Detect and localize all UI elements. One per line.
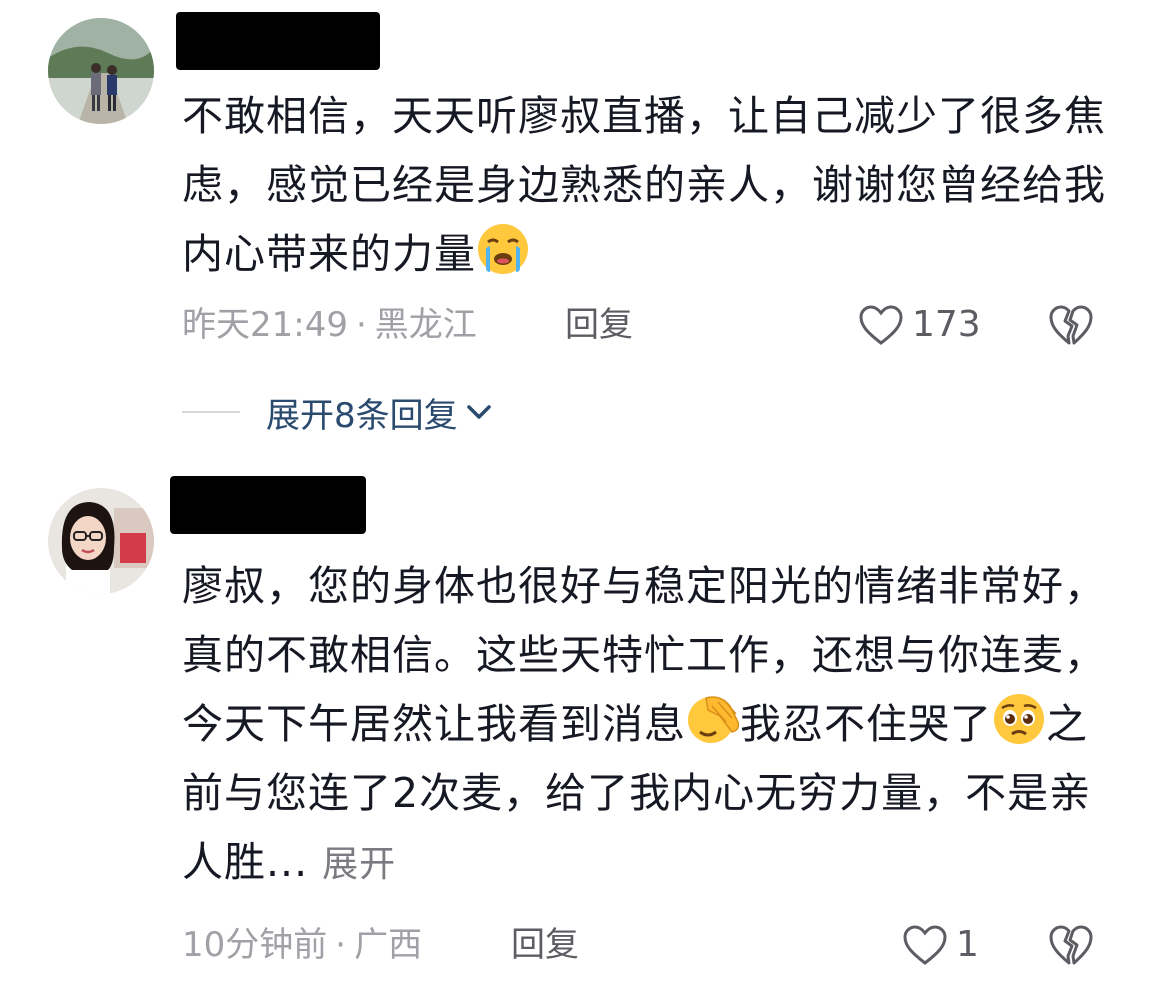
username-redacted[interactable] <box>170 476 366 534</box>
dislike-button[interactable] <box>1048 304 1094 350</box>
comment-time: 10分钟前 <box>182 925 328 965</box>
comment-body-cont: 我忍不住哭了 <box>740 700 992 748</box>
broken-heart-icon <box>1049 305 1093 345</box>
expand-replies: 展开8条回复 <box>182 392 492 436</box>
reply-button[interactable]: 回复 <box>511 925 579 965</box>
like-count: 1 <box>956 924 979 965</box>
meta-separator: · <box>355 305 367 345</box>
comment-location: 广西 <box>354 925 423 965</box>
avatar[interactable] <box>48 18 154 124</box>
heart-icon <box>903 925 947 965</box>
comment-time: 昨天21:49 <box>182 305 348 345</box>
dislike-button[interactable] <box>1048 924 1094 970</box>
comment-meta: 昨天21:49 · 黑龙江 <box>182 305 477 345</box>
meta-separator: · <box>335 925 347 965</box>
pleading-face-emoji-icon <box>994 694 1044 744</box>
avatar-couple-walking-icon <box>48 18 154 124</box>
reply-button[interactable]: 回复 <box>565 305 633 345</box>
avatar[interactable] <box>48 488 154 594</box>
facepalm-emoji-icon <box>688 696 740 743</box>
expand-replies-label: 展开8条回复 <box>266 395 458 436</box>
comment-text: 廖叔，您的身体也很好与稳定阳光的情绪非常好，真的不敢相信。这些天特忙工作，还想与… <box>182 552 1112 899</box>
comment-body: 不敢相信，天天听廖叔直播，让自己减少了很多焦虑，感觉已经是身边熟悉的亲人，谢谢您… <box>182 92 1106 278</box>
heart-icon <box>859 305 903 345</box>
divider <box>182 411 240 413</box>
like-button[interactable]: 1 <box>902 924 979 966</box>
broken-heart-icon <box>1049 925 1093 965</box>
crying-face-emoji-icon <box>478 224 528 274</box>
chevron-down-icon <box>466 405 491 419</box>
comment-location: 黑龙江 <box>374 305 477 345</box>
expand-comment-button[interactable]: 展开 <box>322 844 396 885</box>
comment-text: 不敢相信，天天听廖叔直播，让自己减少了很多焦虑，感觉已经是身边熟悉的亲人，谢谢您… <box>182 82 1112 289</box>
comment-item: 不敢相信，天天听廖叔直播，让自己减少了很多焦虑，感觉已经是身边熟悉的亲人，谢谢您… <box>0 0 1152 360</box>
like-button[interactable]: 173 <box>858 304 981 346</box>
comment-item: 廖叔，您的身体也很好与稳定阳光的情绪非常好，真的不敢相信。这些天特忙工作，还想与… <box>0 470 1152 990</box>
expand-replies-button[interactable]: 展开8条回复 <box>266 388 492 437</box>
avatar-woman-glasses-icon <box>48 488 154 594</box>
comment-meta: 10分钟前 · 广西 <box>182 925 422 965</box>
like-count: 173 <box>912 304 981 345</box>
username-redacted[interactable] <box>176 12 380 70</box>
